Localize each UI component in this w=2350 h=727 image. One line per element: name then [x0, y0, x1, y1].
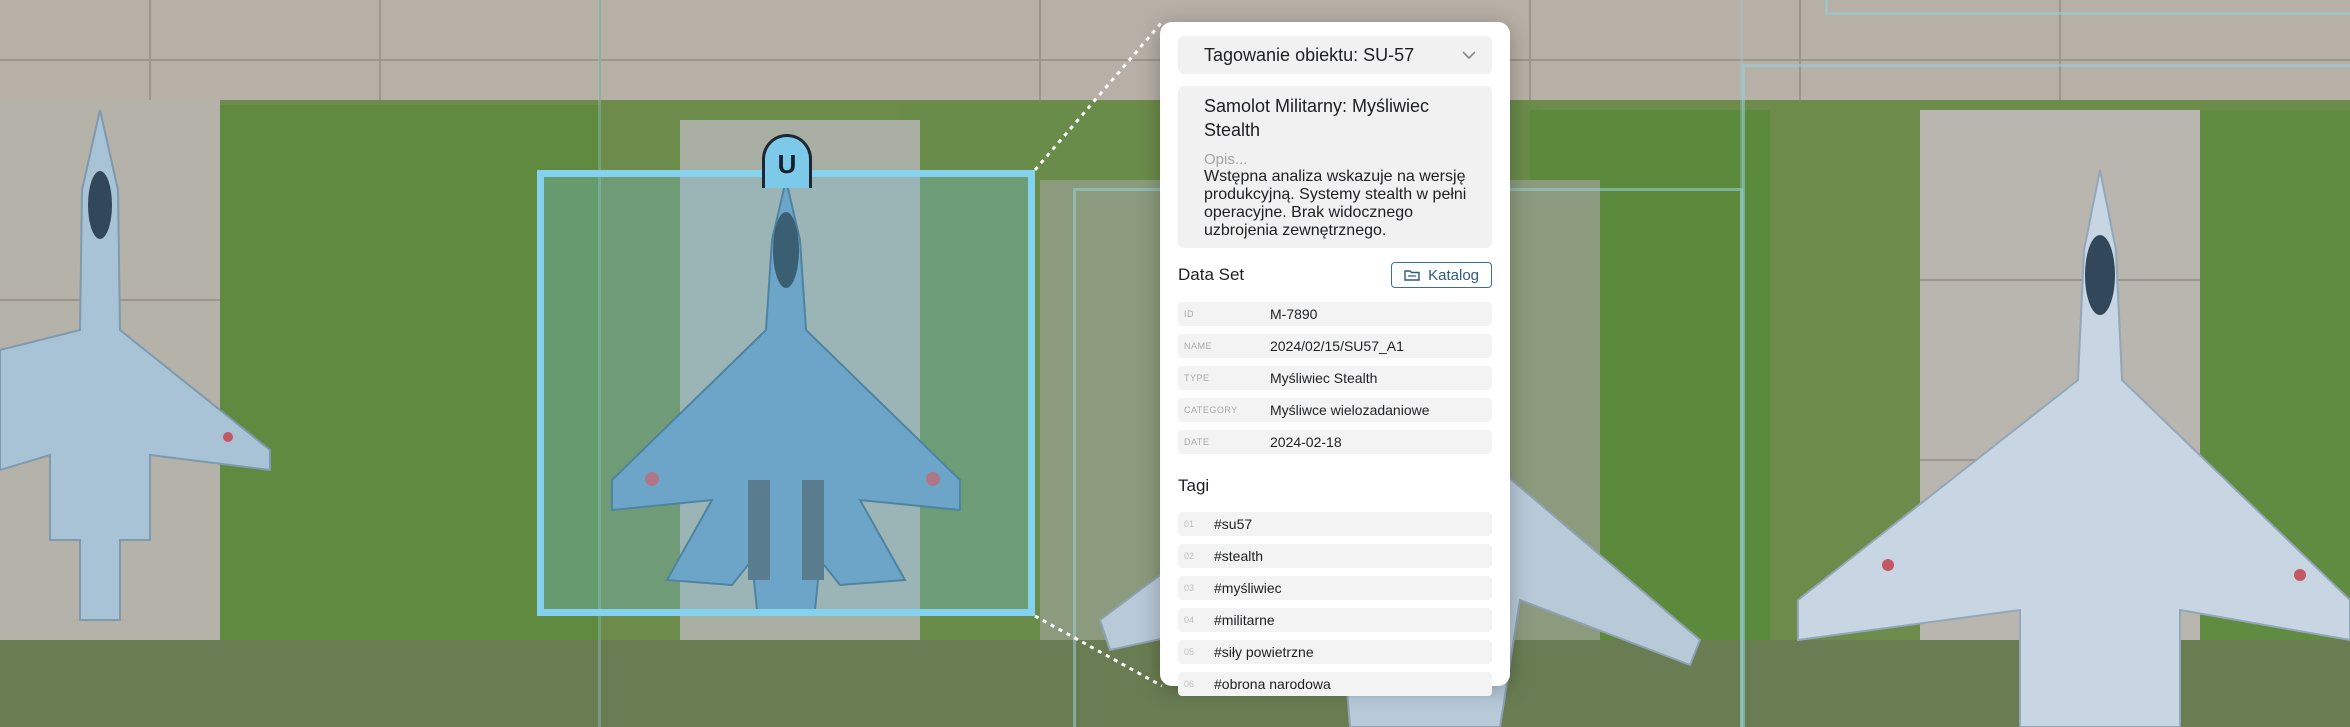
field-value[interactable]: Myśliwiec Stealth — [1270, 370, 1377, 386]
dropdown-label: Tagowanie obiektu: SU-57 — [1204, 44, 1415, 65]
tag-item[interactable]: 01 #su57 — [1178, 512, 1492, 536]
tag-label: #su57 — [1214, 516, 1253, 532]
field-key: NAME — [1184, 341, 1213, 351]
tag-label: #siły powietrzne — [1214, 644, 1314, 660]
description-placeholder: Opis... — [1204, 151, 1248, 168]
tag-index: 04 — [1184, 615, 1195, 625]
tag-item[interactable]: 06 #obrona narodowa — [1178, 672, 1492, 696]
description-box[interactable]: Samolot Militarny: Myśliwiec Stealth Opi… — [1178, 86, 1492, 248]
tag-index: 03 — [1184, 583, 1195, 593]
selection-handle-label: U — [777, 149, 797, 179]
field-value[interactable]: M-7890 — [1270, 306, 1317, 322]
dataset-field-name: NAME 2024/02/15/SU57_A1 — [1178, 334, 1492, 358]
field-key: CATEGORY — [1184, 405, 1238, 415]
dataset-header: Data Set Katalog — [1178, 262, 1492, 288]
catalog-button-label: Katalog — [1428, 266, 1479, 284]
selection-handle[interactable]: U — [762, 134, 812, 188]
dataset-field-date: DATE 2024-02-18 — [1178, 430, 1492, 454]
tag-label: #stealth — [1214, 548, 1264, 564]
description-title: Samolot Militarny: Myśliwiec Stealth — [1204, 96, 1430, 140]
dataset-field-type: TYPE Myśliwiec Stealth — [1178, 366, 1492, 390]
field-key: ID — [1184, 309, 1194, 319]
dataset-field-category: CATEGORY Myśliwce wielozadaniowe — [1178, 398, 1492, 422]
tag-label: #myśliwiec — [1214, 580, 1282, 596]
description-text[interactable]: Wstępna analiza wskazuje na wersję produ… — [1204, 168, 1476, 240]
field-key: DATE — [1184, 437, 1210, 447]
object-tagging-panel: Tagowanie obiektu: SU-57 Samolot Militar… — [1160, 22, 1510, 696]
field-value[interactable]: 2024/02/15/SU57_A1 — [1270, 338, 1404, 354]
object-tagging-dropdown[interactable]: Tagowanie obiektu: SU-57 — [1178, 36, 1492, 74]
tag-item[interactable]: 05 #siły powietrzne — [1178, 640, 1492, 664]
tag-item[interactable]: 04 #militarne — [1178, 608, 1492, 632]
tag-item[interactable]: 03 #myśliwiec — [1178, 576, 1492, 600]
dataset-title: Data Set — [1178, 265, 1245, 284]
tag-item[interactable]: 02 #stealth — [1178, 544, 1492, 568]
field-value[interactable]: Myśliwce wielozadaniowe — [1270, 402, 1430, 418]
chevron-down-icon — [1462, 47, 1476, 63]
tag-index: 02 — [1184, 551, 1195, 561]
tag-label: #militarne — [1214, 612, 1275, 628]
dataset-field-id: ID M-7890 — [1178, 302, 1492, 326]
catalog-button[interactable]: Katalog — [1391, 262, 1492, 288]
tag-list: 01 #su57 02 #stealth 03 #myśliwiec 04 #m… — [1178, 512, 1492, 696]
selected-object-bounding-box[interactable] — [537, 170, 1035, 616]
dataset-fields: ID M-7890 NAME 2024/02/15/SU57_A1 TYPE M… — [1178, 302, 1492, 454]
field-value[interactable]: 2024-02-18 — [1270, 434, 1342, 450]
folder-icon — [1404, 269, 1420, 281]
field-key: TYPE — [1184, 373, 1210, 383]
tags-title: Tagi — [1178, 476, 1210, 495]
tag-label: #obrona narodowa — [1214, 676, 1331, 692]
tag-index: 01 — [1184, 519, 1195, 529]
tag-index: 05 — [1184, 647, 1195, 657]
tag-index: 06 — [1184, 679, 1195, 689]
